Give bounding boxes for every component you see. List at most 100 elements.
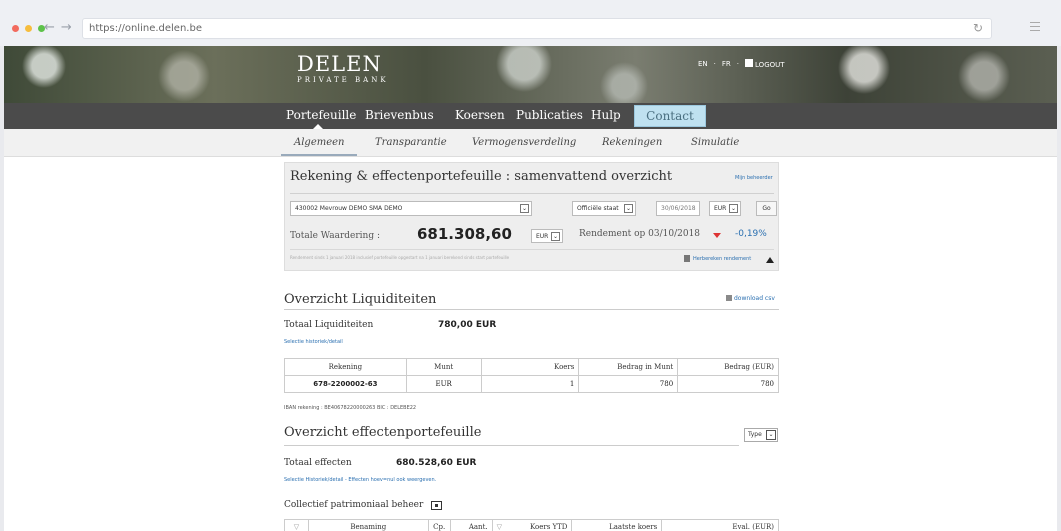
chevron-down-icon: ⌄ [729, 204, 738, 213]
logout-icon [745, 59, 754, 67]
address-bar[interactable]: https://online.delen.be ↻ [82, 18, 992, 39]
table-row: 678-2200002-63 EUR 1 780 780 [284, 375, 779, 393]
view-select-value: Officiële staat [577, 205, 619, 212]
nav-contact-button[interactable]: Contact [634, 105, 706, 127]
sub-navigation: Algemeen Transparantie Vermogensverdelin… [4, 129, 1057, 157]
column-header-label: Koers YTD [529, 523, 568, 531]
date-input[interactable]: 30/06/2018 [656, 201, 700, 216]
subnav-simulatie[interactable]: Simulatie [691, 137, 739, 148]
nav-brievenbus[interactable]: Brievenbus [365, 108, 434, 122]
subnav-transparantie[interactable]: Transparantie [375, 137, 447, 148]
back-arrow-icon[interactable]: ← [44, 20, 61, 35]
download-csv-label: download csv [734, 295, 775, 302]
minimize-window-icon[interactable] [25, 25, 32, 32]
filter-column[interactable]: ▽ [284, 519, 309, 531]
logout-label: LOGOUT [755, 61, 785, 69]
securities-title: Overzicht effectenportefeuille [284, 425, 482, 440]
account-number-link[interactable]: 678-2200002-63 [284, 375, 407, 393]
nav-portefeuille[interactable]: Portefeuille [286, 108, 356, 122]
return-note: Rendement sinds 1 januari 2018 inclusief… [290, 255, 510, 260]
subnav-rekeningen[interactable]: Rekeningen [602, 137, 662, 148]
column-header: Munt [405, 358, 482, 376]
header-banner: DELEN PRIVATE BANK EN · FR · LOGOUT [4, 46, 1057, 103]
summary-panel: Rekening & effectenportefeuille : samenv… [284, 162, 779, 271]
liquidity-table: Rekening Munt Koers Bedrag in Munt Bedra… [284, 358, 779, 393]
table-cell: 780 [677, 375, 779, 393]
browser-nav: ←→ [44, 20, 78, 35]
total-securities-label: Totaal effecten [284, 458, 352, 468]
divider [284, 309, 779, 310]
close-window-icon[interactable] [12, 25, 19, 32]
browser-chrome: ←→ https://online.delen.be ↻ [0, 0, 1061, 46]
chevron-down-icon: ⌄ [520, 204, 529, 213]
language-switcher: EN · FR · LOGOUT [698, 59, 785, 69]
collapse-caret-icon[interactable] [766, 257, 774, 263]
return-label: Rendement op 03/10/2018 [579, 229, 701, 239]
column-header: Eval. (EUR) [661, 519, 779, 531]
logout-link[interactable]: LOGOUT [745, 59, 785, 69]
calculator-icon [684, 255, 690, 262]
liquidity-title: Overzicht Liquiditeiten [284, 292, 437, 307]
total-liquidity-value: 780,00 EUR [438, 320, 497, 330]
chevron-down-icon: ⌄ [766, 430, 776, 440]
lang-fr-link[interactable]: FR [722, 60, 731, 68]
subnav-algemeen[interactable]: Algemeen [294, 137, 345, 148]
column-header: Aant. [449, 519, 493, 531]
table-cell: 1 [480, 375, 580, 393]
summary-title: Rekening & effectenportefeuille : samenv… [290, 169, 673, 184]
url-text: https://online.delen.be [89, 23, 202, 34]
download-csv-link[interactable]: download csv [726, 295, 775, 302]
portfolio-detail-icon[interactable] [431, 501, 442, 510]
down-arrow-icon [713, 233, 721, 238]
my-manager-link[interactable]: Mijn beheerder [735, 175, 773, 181]
column-header: Rekening [284, 358, 407, 376]
chevron-down-icon: ⌄ [551, 232, 560, 241]
currency-select-value: EUR [714, 205, 727, 212]
total-securities-value: 680.528,60 EUR [396, 458, 477, 468]
filter-icon[interactable]: ▽ [294, 523, 299, 531]
table-cell: EUR [405, 375, 482, 393]
reload-icon[interactable]: ↻ [973, 21, 983, 35]
column-header: Benaming [307, 519, 429, 531]
column-header: Koers [480, 358, 580, 376]
chevron-down-icon: ⌄ [624, 204, 633, 213]
nav-koersen[interactable]: Koersen [455, 108, 505, 122]
table-cell: 780 [578, 375, 679, 393]
column-header: Cp. [427, 519, 451, 531]
koers-ytd-header[interactable]: ▽ Koers YTD [491, 519, 573, 531]
view-select[interactable]: Officiële staat ⌄ [572, 201, 636, 216]
lang-en-link[interactable]: EN [698, 60, 708, 68]
website: DELEN PRIVATE BANK EN · FR · LOGOUT Port… [4, 46, 1057, 531]
logo-sub-text: PRIVATE BANK [297, 76, 389, 84]
total-liquidity-label: Totaal Liquiditeiten [284, 320, 374, 330]
active-subnav-indicator [281, 154, 357, 156]
total-currency-select[interactable]: EUR ⌄ [531, 229, 563, 243]
main-navigation: Portefeuille Brievenbus Koersen Publicat… [4, 103, 1057, 129]
filter-icon[interactable]: ▽ [497, 523, 502, 531]
total-valuation-label: Totale Waardering : [290, 231, 380, 241]
delen-logo[interactable]: DELEN PRIVATE BANK [297, 53, 389, 84]
column-header: Bedrag (EUR) [677, 358, 779, 376]
subnav-vermogensverdeling[interactable]: Vermogensverdeling [472, 137, 576, 148]
type-select[interactable]: Type ⌄ [744, 428, 778, 442]
forward-arrow-icon[interactable]: → [61, 20, 78, 35]
nav-hulp[interactable]: Hulp [591, 108, 621, 122]
column-header: Laatste koers [571, 519, 663, 531]
liquidity-detail-link[interactable]: Selectie historiek/detail [284, 339, 343, 345]
window-controls [12, 25, 45, 32]
type-select-value: Type [748, 431, 762, 438]
divider [290, 193, 774, 194]
iban-info: IBAN rekening : BE40678220000263 BIC : D… [284, 405, 417, 411]
go-button[interactable]: Go [756, 201, 777, 216]
column-header: Bedrag in Munt [578, 358, 679, 376]
nav-publicaties[interactable]: Publicaties [516, 108, 583, 122]
securities-detail-link[interactable]: Selectie Historiek/detail - Effecten hoe… [284, 477, 436, 483]
browser-menu-icon[interactable] [1030, 22, 1040, 31]
securities-table: ▽ Benaming Cp. Aant. ▽ Koers YTD Laatste … [284, 519, 779, 531]
account-select[interactable]: 430002 Mevrouw DEMO SMA DEMO ⌄ [290, 201, 532, 216]
lang-separator: · [736, 60, 740, 68]
recalculate-return-link[interactable]: Herbereken rendement [693, 256, 751, 262]
currency-select[interactable]: EUR ⌄ [709, 201, 741, 216]
date-value: 30/06/2018 [661, 205, 696, 212]
total-valuation-value: 681.308,60 [417, 225, 512, 243]
